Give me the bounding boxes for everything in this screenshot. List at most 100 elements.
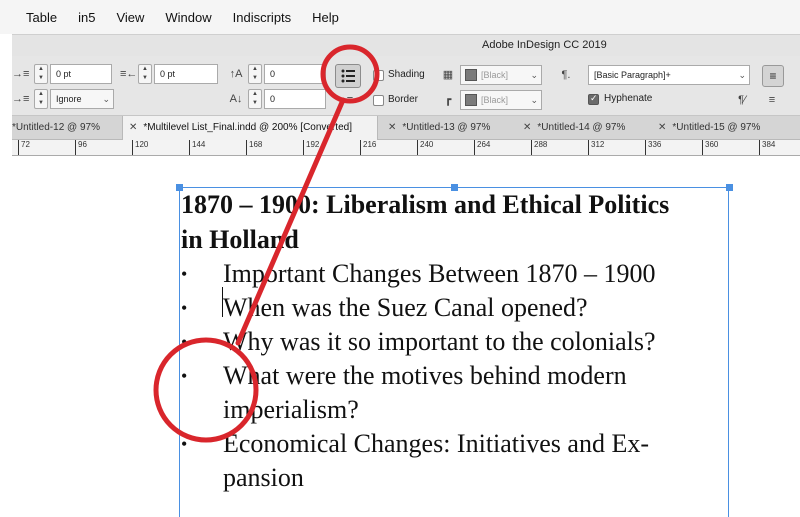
app-title: Adobe InDesign CC 2019 bbox=[482, 39, 607, 51]
bullet: • bbox=[181, 332, 188, 352]
first-line-dropdown[interactable]: Ignore ⌄ bbox=[50, 89, 114, 109]
shading-checkbox[interactable] bbox=[373, 70, 384, 81]
ruler-label: 240 bbox=[417, 140, 433, 155]
paragraph-style-icon: ¶. bbox=[561, 69, 571, 81]
right-indent-icon: ≡← bbox=[120, 68, 138, 80]
left-indent-stepper[interactable]: ▲ ▼ bbox=[34, 64, 48, 84]
list-item: • Why was it so important to the colonia… bbox=[181, 325, 726, 359]
bullet: • bbox=[181, 298, 188, 318]
shading-label: Shading bbox=[388, 69, 425, 80]
ruler-label: 120 bbox=[132, 140, 148, 155]
paragraph-options-icon[interactable]: ¶⁄ bbox=[734, 92, 750, 108]
menu-indiscripts[interactable]: Indiscripts bbox=[233, 10, 292, 25]
close-icon[interactable]: ✕ bbox=[523, 122, 531, 133]
border-label: Border bbox=[388, 94, 419, 105]
menu-view[interactable]: View bbox=[116, 10, 144, 25]
left-indent-icon: →≡ bbox=[12, 68, 30, 80]
control-panel: →≡ ▲ ▼ 0 pt ≡← ▲ ▼ 0 pt →≡ ▲ ▼ Ignore ⌄ ↑A … bbox=[12, 56, 800, 116]
first-line-stepper[interactable]: ▲ ▼ bbox=[34, 89, 48, 109]
ruler-label: 144 bbox=[189, 140, 205, 155]
right-indent-input[interactable]: 0 pt bbox=[154, 64, 218, 84]
tab-multilevel-list[interactable]: ✕ *Multilevel List_Final.indd @ 200% [Con… bbox=[122, 116, 378, 140]
chevron-down-icon: ⌄ bbox=[530, 95, 538, 105]
document-text[interactable]: 1870 – 1900: Liberalism and Ethical Poli… bbox=[181, 187, 726, 495]
space-after-stepper[interactable]: ▲ ▼ bbox=[248, 89, 262, 109]
bulleted-list-button[interactable] bbox=[335, 64, 361, 88]
space-before-input[interactable]: 0 bbox=[264, 64, 326, 84]
hyphenate-label: Hyphenate bbox=[604, 93, 653, 104]
paragraph-style-value: [Basic Paragraph]+ bbox=[594, 70, 671, 80]
text-cursor bbox=[222, 287, 223, 317]
tab-label: *Untitled-14 @ 97% bbox=[537, 122, 626, 133]
align-justify-button[interactable]: ≡ bbox=[762, 65, 784, 87]
menu-table[interactable]: Table bbox=[26, 10, 57, 25]
ruler-label: 264 bbox=[474, 140, 490, 155]
border-swatch bbox=[465, 94, 477, 106]
ruler-label: 384 bbox=[759, 140, 775, 155]
border-checkbox[interactable] bbox=[373, 95, 384, 106]
border-corner-icon[interactable]: ┏ bbox=[440, 92, 456, 108]
tab-label: *Untitled-13 @ 97% bbox=[402, 122, 491, 133]
heading-line-1: 1870 – 1900: Liberalism and Ethical Poli… bbox=[181, 190, 670, 219]
align-justify-icon: ≡ bbox=[769, 69, 777, 83]
chevron-down-icon: ⌄ bbox=[530, 70, 538, 80]
bullet: • bbox=[181, 366, 188, 386]
bullet: • bbox=[181, 434, 188, 454]
tab-untitled-15[interactable]: ✕ *Untitled-15 @ 97% bbox=[652, 116, 800, 140]
right-indent-stepper[interactable]: ▲ ▼ bbox=[138, 64, 152, 84]
space-before-stepper[interactable]: ▲ ▼ bbox=[248, 64, 262, 84]
tab-untitled-14[interactable]: ✕ *Untitled-14 @ 97% bbox=[517, 116, 643, 140]
list-item: • Important Changes Between 1870 – 1900 bbox=[181, 257, 726, 291]
document-tabs: *Untitled-12 @ 97% ✕ *Multilevel List_Fin… bbox=[12, 116, 800, 140]
menu-window[interactable]: Window bbox=[165, 10, 211, 25]
ruler-label: 216 bbox=[360, 140, 376, 155]
list-item-text: Economical Changes: Initiatives and Ex- bbox=[223, 429, 649, 458]
tab-untitled-12[interactable]: *Untitled-12 @ 97% bbox=[6, 116, 122, 140]
shading-grid-icon[interactable]: ▦ bbox=[440, 67, 456, 83]
bullet: • bbox=[181, 264, 188, 284]
menu-in5[interactable]: in5 bbox=[78, 10, 95, 25]
close-icon[interactable]: ✕ bbox=[658, 122, 666, 133]
frame-handle-top-right[interactable] bbox=[726, 184, 733, 191]
numbered-list-icon[interactable]: ≡ bbox=[342, 92, 358, 108]
list-item: • When was the Suez Canal opened? bbox=[181, 291, 726, 325]
first-line-icon: →≡ bbox=[12, 93, 30, 105]
chevron-down-icon: ⌄ bbox=[738, 70, 746, 80]
menu-help[interactable]: Help bbox=[312, 10, 339, 25]
align-left-icon[interactable]: ≡ bbox=[764, 92, 780, 108]
border-color-value: [Black] bbox=[481, 95, 509, 105]
tab-label: *Untitled-15 @ 97% bbox=[672, 122, 761, 133]
first-line-value: Ignore bbox=[56, 94, 82, 104]
list-item-text: Why was it so important to the colonials… bbox=[223, 327, 656, 356]
menu-bar: Table in5 View Window Indiscripts Help bbox=[0, 0, 800, 34]
shading-swatch bbox=[465, 69, 477, 81]
chevron-down-icon: ⌄ bbox=[102, 94, 110, 104]
close-icon[interactable]: ✕ bbox=[129, 122, 137, 133]
list-item: • What were the motives behind modern im… bbox=[181, 359, 726, 427]
close-icon[interactable]: ✕ bbox=[388, 122, 396, 133]
left-indent-input[interactable]: 0 pt bbox=[50, 64, 112, 84]
heading-line-2: in Holland bbox=[181, 225, 299, 254]
app-title-bar: Adobe InDesign CC 2019 bbox=[12, 34, 800, 56]
list-item-text: When was the Suez Canal opened? bbox=[223, 293, 588, 322]
horizontal-ruler[interactable]: 72 96 120 144 168 192 216 240 264 288 31… bbox=[12, 140, 800, 156]
space-before-icon: ↑A bbox=[229, 68, 243, 80]
hyphenate-checkbox[interactable] bbox=[588, 93, 599, 105]
list-item: • Economical Changes: Initiatives and Ex… bbox=[181, 427, 726, 495]
tab-label: *Untitled-12 @ 97% bbox=[12, 122, 100, 133]
ruler-label: 96 bbox=[75, 140, 87, 155]
ruler-label: 192 bbox=[303, 140, 319, 155]
shading-color-dropdown[interactable]: [Black] ⌄ bbox=[460, 65, 542, 85]
ruler-label: 312 bbox=[588, 140, 604, 155]
list-item-text: Important Changes Between 1870 – 1900 bbox=[223, 259, 656, 288]
list-item-text: What were the motives behind modern bbox=[223, 361, 627, 390]
bulleted-list-icon bbox=[341, 69, 355, 83]
tab-untitled-13[interactable]: ✕ *Untitled-13 @ 97% bbox=[382, 116, 504, 140]
ruler-label: 336 bbox=[645, 140, 661, 155]
border-color-dropdown[interactable]: [Black] ⌄ bbox=[460, 90, 542, 110]
space-after-input[interactable]: 0 bbox=[264, 89, 326, 109]
ruler-label: 168 bbox=[246, 140, 262, 155]
space-after-icon: A↓ bbox=[229, 93, 243, 105]
paragraph-style-dropdown[interactable]: [Basic Paragraph]+ ⌄ bbox=[588, 65, 750, 85]
list-item-text-continued: imperialism? bbox=[223, 395, 359, 424]
